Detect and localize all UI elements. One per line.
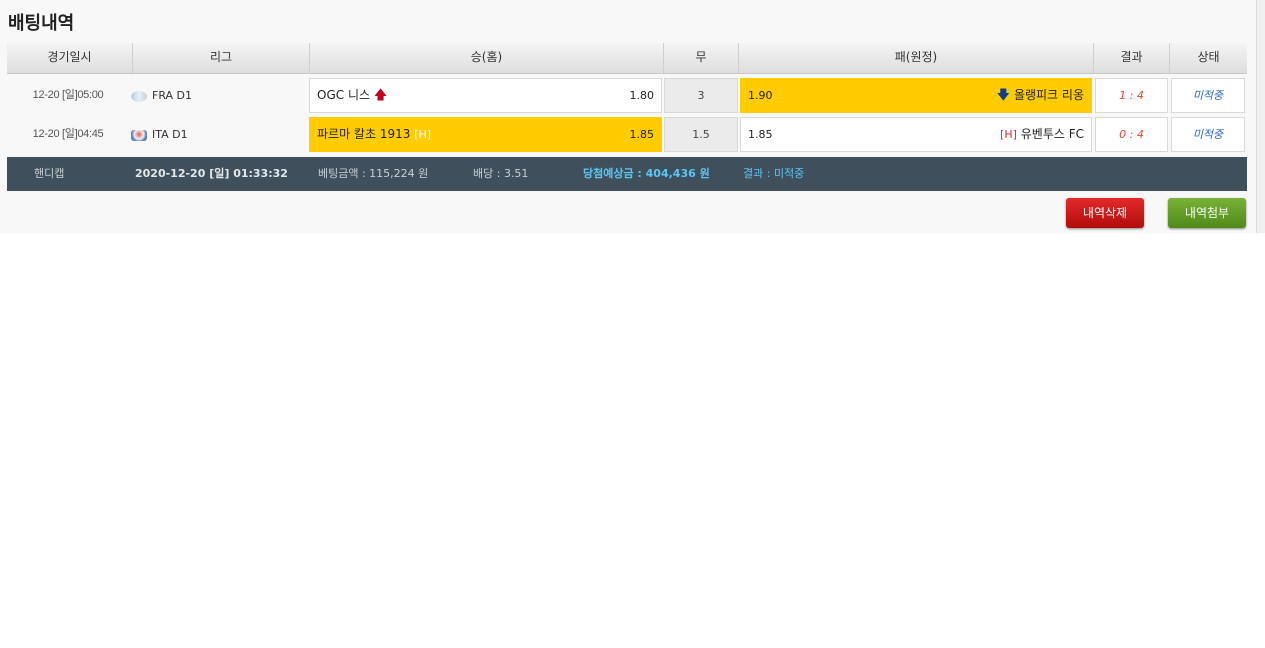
column-header-datetime: 경기일시 — [7, 43, 133, 73]
home-win-option[interactable]: 파르마 칼초 1913 [H] 1.85 — [309, 117, 662, 152]
handicap-tag: [H] — [414, 128, 432, 141]
expected-win: 당첨예상금 : 404,436 원 — [583, 167, 710, 180]
home-team-name: OGC 니스 — [317, 88, 371, 102]
draw-option[interactable]: 3 — [664, 78, 738, 113]
league-name: FRA D1 — [152, 89, 193, 102]
match-result: 1 : 4 — [1095, 78, 1168, 113]
table-header: 경기일시 리그 승(홈) 무 패(원정) 결과 상태 — [7, 43, 1247, 74]
column-header-away-loss: 패(원정) — [739, 43, 1094, 73]
arrow-up-icon: 🡅 — [373, 88, 388, 103]
bet-type: 핸디캡 — [34, 167, 65, 180]
home-odds: 1.85 — [629, 128, 655, 141]
page-title: 배팅내역 — [8, 13, 75, 34]
match-datetime: 12-20 [일]04:45 — [32, 128, 104, 140]
bet-status: 미적중 — [1171, 117, 1245, 152]
attach-history-button[interactable]: 내역첨부 — [1168, 198, 1246, 228]
bet-amount: 베팅금액 : 115,224 원 — [318, 167, 429, 180]
bet-odds: 배당 : 3.51 — [473, 167, 529, 180]
scrollbar[interactable] — [1256, 0, 1265, 233]
league-name: ITA D1 — [152, 128, 188, 141]
column-header-league: 리그 — [133, 43, 310, 73]
match-result: 0 : 4 — [1095, 117, 1168, 152]
france-flag-icon — [131, 90, 147, 102]
column-header-draw: 무 — [664, 43, 739, 73]
home-win-option[interactable]: OGC 니스 🡅 1.80 — [309, 78, 662, 113]
betting-history-panel: 배팅내역 경기일시 리그 승(홈) 무 패(원정) 결과 상태 12-20 [일… — [0, 0, 1256, 233]
away-odds: 1.90 — [748, 89, 773, 102]
handicap-tag: [H] — [1000, 128, 1017, 141]
home-odds: 1.80 — [629, 89, 655, 102]
column-header-result: 결과 — [1094, 43, 1170, 73]
bet-status: 미적중 — [1171, 78, 1245, 113]
draw-option[interactable]: 1.5 — [664, 117, 738, 152]
delete-history-button[interactable]: 내역삭제 — [1066, 198, 1144, 228]
bet-time: 2020-12-20 [일] 01:33:32 — [135, 167, 288, 180]
table-row: 12-20 [일]04:45 ITA D1 파르마 칼초 1913 [H] 1.… — [7, 116, 1247, 153]
league-cell: ITA D1 — [131, 116, 306, 153]
away-win-option[interactable]: 1.85 [H] 유벤투스 FC — [740, 117, 1092, 152]
home-team-name: 파르마 칼초 1913 — [317, 127, 411, 141]
away-team-name: 유벤투스 FC — [1020, 127, 1084, 141]
league-cell: FRA D1 — [131, 77, 306, 114]
away-team-name: 올랭피크 리옹 — [1013, 88, 1084, 102]
column-header-status: 상태 — [1197, 50, 1220, 64]
table-row: 12-20 [일]05:00 FRA D1 OGC 니스 🡅 1.80 3 1.… — [7, 77, 1247, 114]
italy-league-icon — [131, 129, 147, 141]
bet-result: 결과 : 미적중 — [743, 167, 805, 180]
column-header-home-win: 승(홈) — [310, 43, 664, 73]
arrow-down-icon: 🡇 — [996, 88, 1010, 103]
away-odds: 1.85 — [748, 128, 773, 141]
away-win-option[interactable]: 1.90 🡇 올랭피크 리옹 — [740, 78, 1092, 113]
match-datetime: 12-20 [일]05:00 — [32, 89, 104, 101]
bet-summary-bar: 핸디캡 2020-12-20 [일] 01:33:32 베팅금액 : 115,2… — [7, 157, 1247, 191]
